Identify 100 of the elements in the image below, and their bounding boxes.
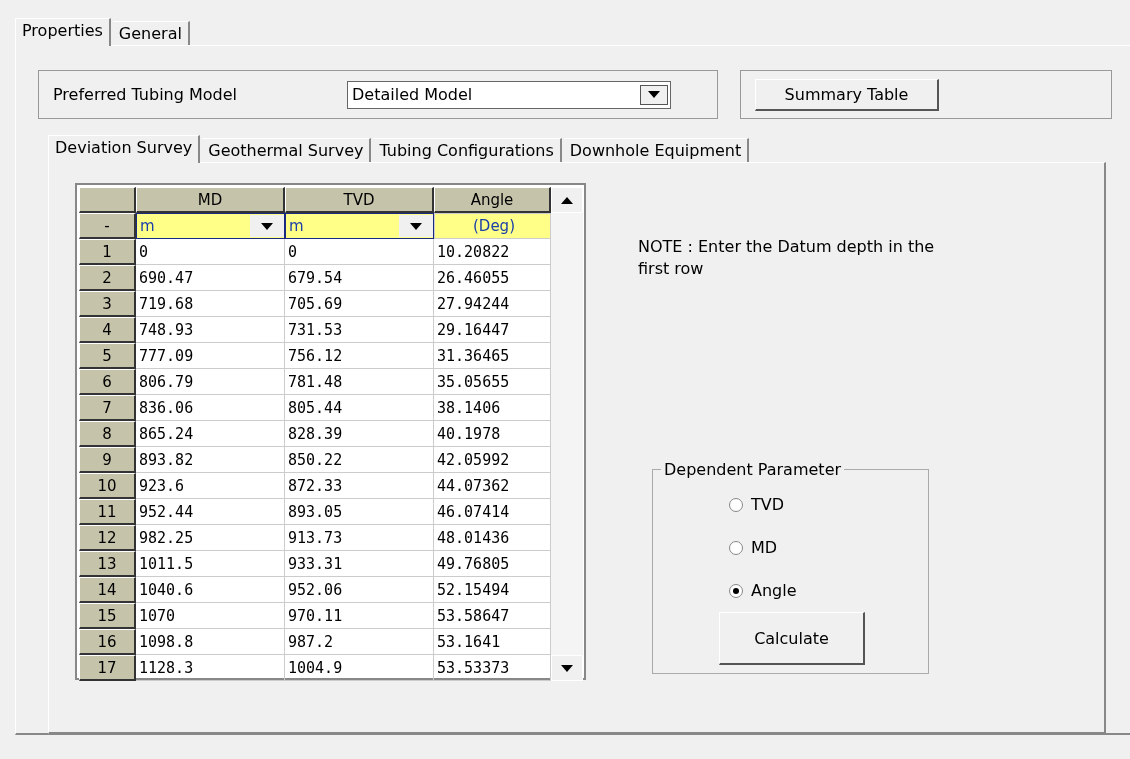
tab[interactable]: Downhole Equipment [563,138,750,162]
column-header: Angle [434,187,551,213]
tab[interactable]: Tubing Configurations [373,138,562,162]
table-cell: 1004.9 [285,655,434,681]
row-header: 2 [79,265,136,291]
unit-cell: (Deg) [434,213,551,239]
table-cell: 679.54 [285,265,434,291]
table-cell: 1098.8 [136,629,285,655]
row-header: 12 [79,525,136,551]
unit-dropdown[interactable]: m [136,213,285,239]
table-cell: 850.22 [285,447,434,473]
table-cell: 31.36465 [434,343,551,369]
table-cell: 1011.5 [136,551,285,577]
table-cell: 26.46055 [434,265,551,291]
row-header: 7 [79,395,136,421]
table-cell: 719.68 [136,291,285,317]
caret-icon [648,91,661,98]
row-header: - [79,213,136,239]
table-cell: 46.07414 [434,499,551,525]
row-header: 9 [79,447,136,473]
row-header: 17 [79,655,136,681]
table-cell: 53.53373 [434,655,551,681]
table-cell: 893.05 [285,499,434,525]
field-label: Preferred Tubing Model [53,85,238,104]
table-cell: 1070 [136,603,285,629]
row-header: 6 [79,369,136,395]
caret-icon [261,222,273,230]
column-header: MD [136,187,285,213]
tab[interactable]: Properties [15,18,111,46]
row-header: 1 [79,239,136,265]
table-cell: 44.07362 [434,473,551,499]
table-cell: 49.76805 [434,551,551,577]
table-cell: 27.94244 [434,291,551,317]
unit-dropdown[interactable]: m [285,213,434,239]
row-header: 13 [79,551,136,577]
radio-option[interactable]: TVD [729,483,785,526]
table-cell: 42.05992 [434,447,551,473]
table-cell: 0 [285,239,434,265]
table-cell: 982.25 [136,525,285,551]
table-cell: 828.39 [285,421,434,447]
table-cell: 0 [136,239,285,265]
table-cell: 53.58647 [434,603,551,629]
table-cell: 923.6 [136,473,285,499]
table-cell: 970.11 [285,603,434,629]
table-cell: 777.09 [136,343,285,369]
tab[interactable]: Geothermal Survey [202,138,372,162]
table-cell: 53.1641 [434,629,551,655]
table-cell: 40.1978 [434,421,551,447]
table-cell: 10.20822 [434,239,551,265]
corner-header [79,187,136,213]
table-cell: 29.16447 [434,317,551,343]
table-cell: 913.73 [285,525,434,551]
table-cell: 756.12 [285,343,434,369]
table-cell: 952.44 [136,499,285,525]
tab[interactable]: Deviation Survey [48,135,201,163]
table-cell: 933.31 [285,551,434,577]
row-header: 14 [79,577,136,603]
calculate-button[interactable]: Calculate [719,612,865,665]
column-header: TVD [285,187,434,213]
radio-label: TVD [751,495,785,514]
summary-table-button[interactable]: Summary Table [755,78,939,111]
row-header: 16 [79,629,136,655]
row-header: 10 [79,473,136,499]
table-cell: 48.01436 [434,525,551,551]
table-cell: 865.24 [136,421,285,447]
table-cell: 690.47 [136,265,285,291]
group-title: Dependent Parameter [663,460,843,479]
radio-label: Angle [751,581,797,600]
row-header: 4 [79,317,136,343]
table-cell: 805.44 [285,395,434,421]
radio-option[interactable]: MD [729,526,778,569]
row-header: 5 [79,343,136,369]
radio-button[interactable] [729,583,743,598]
table-cell: 748.93 [136,317,285,343]
scroll-up-icon [561,196,573,204]
table-cell: 987.2 [285,629,434,655]
table-cell: 781.48 [285,369,434,395]
table-cell: 952.06 [285,577,434,603]
table-cell: 35.05655 [434,369,551,395]
row-header: 11 [79,499,136,525]
caret-icon [410,222,422,230]
row-header: 3 [79,291,136,317]
radio-label: MD [751,538,778,557]
scrollbar[interactable] [551,187,583,681]
radio-button[interactable] [729,497,743,512]
table-cell: 836.06 [136,395,285,421]
table-cell: 52.15494 [434,577,551,603]
row-header: 15 [79,603,136,629]
table-cell: 872.33 [285,473,434,499]
table-cell: 38.1406 [434,395,551,421]
tab[interactable]: General [112,21,190,45]
radio-button[interactable] [729,540,743,555]
radio-option[interactable]: Angle [729,569,797,612]
row-header: 8 [79,421,136,447]
table-cell: 1040.6 [136,577,285,603]
caret-icon [561,664,573,672]
note-text: NOTE : Enter the Datum depth in the first row [638,236,936,280]
table-cell: 893.82 [136,447,285,473]
model-dropdown[interactable]: Detailed Model [347,80,672,109]
table-cell: 1128.3 [136,655,285,681]
